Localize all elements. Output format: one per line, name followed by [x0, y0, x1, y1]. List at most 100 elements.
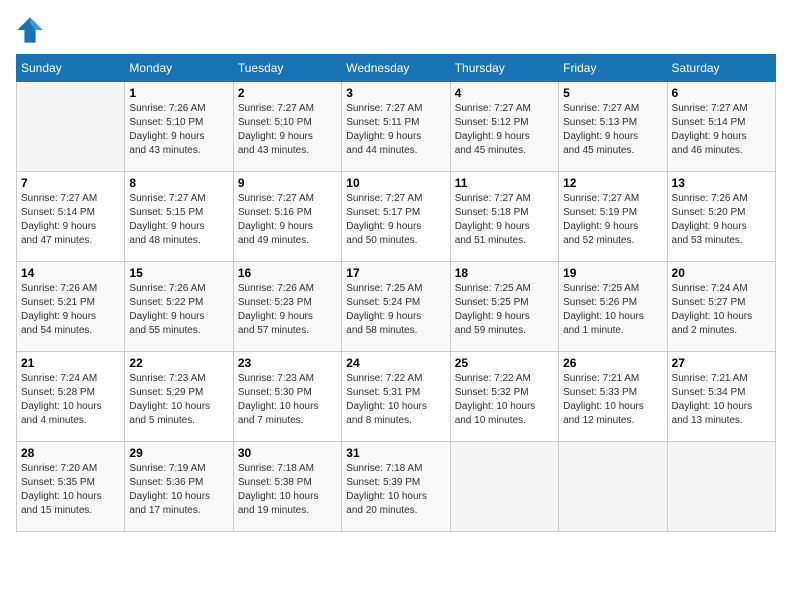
calendar-cell: 15 Sunrise: 7:26 AM Sunset: 5:22 PM Dayli…	[125, 262, 233, 352]
calendar-cell: 11Sunrise: 7:27 AM Sunset: 5:18 PM Dayli…	[450, 172, 558, 262]
day-number: 11	[455, 176, 554, 190]
day-info: Sunrise: 7:18 AM Sunset: 5:38 PM Dayligh…	[238, 462, 337, 518]
day-info: Sunrise: 7:23 AM Sunset: 5:29 PM Dayligh…	[129, 372, 228, 428]
day-number: 30	[238, 446, 337, 460]
calendar-week-row: 7Sunrise: 7:27 AM Sunset: 5:14 PM Daylig…	[17, 172, 776, 262]
page-header	[16, 16, 776, 44]
calendar-week-row: 14 Sunrise: 7:26 AM Sunset: 5:21 PM Dayli…	[17, 262, 776, 352]
day-number: 16	[238, 266, 337, 280]
calendar-cell: 20 Sunrise: 7:24 AM Sunset: 5:27 PM Dayli…	[667, 262, 775, 352]
day-number: 29	[129, 446, 228, 460]
day-info: Sunrise: 7:27 AM Sunset: 5:19 PM Dayligh…	[563, 192, 662, 248]
day-number: 15	[129, 266, 228, 280]
day-info: Sunrise: 7:22 AM Sunset: 5:32 PM Dayligh…	[455, 372, 554, 428]
calendar-cell: 22 Sunrise: 7:23 AM Sunset: 5:29 PM Dayli…	[125, 352, 233, 442]
day-info: Sunrise: 7:26 AM Sunset: 5:21 PM Dayligh…	[21, 282, 120, 338]
day-info: Sunrise: 7:25 AM Sunset: 5:24 PM Dayligh…	[346, 282, 445, 338]
calendar-cell: 21 Sunrise: 7:24 AM Sunset: 5:28 PM Dayli…	[17, 352, 125, 442]
day-info: Sunrise: 7:24 AM Sunset: 5:27 PM Dayligh…	[672, 282, 771, 338]
calendar-header: SundayMondayTuesdayWednesdayThursdayFrid…	[17, 55, 776, 82]
day-info: Sunrise: 7:27 AM Sunset: 5:10 PM Dayligh…	[238, 102, 337, 158]
day-info: Sunrise: 7:26 AM Sunset: 5:20 PM Dayligh…	[672, 192, 771, 248]
calendar-cell: 24 Sunrise: 7:22 AM Sunset: 5:31 PM Dayli…	[342, 352, 450, 442]
weekday-header: Tuesday	[233, 55, 341, 82]
day-number: 22	[129, 356, 228, 370]
calendar-cell: 27Sunrise: 7:21 AM Sunset: 5:34 PM Dayli…	[667, 352, 775, 442]
weekday-header: Saturday	[667, 55, 775, 82]
weekday-row: SundayMondayTuesdayWednesdayThursdayFrid…	[17, 55, 776, 82]
calendar-week-row: 1Sunrise: 7:26 AM Sunset: 5:10 PM Daylig…	[17, 82, 776, 172]
day-info: Sunrise: 7:27 AM Sunset: 5:13 PM Dayligh…	[563, 102, 662, 158]
day-number: 5	[563, 86, 662, 100]
calendar-cell: 12 Sunrise: 7:27 AM Sunset: 5:19 PM Dayli…	[559, 172, 667, 262]
calendar-cell: 29 Sunrise: 7:19 AM Sunset: 5:36 PM Dayli…	[125, 442, 233, 532]
calendar-cell: 30 Sunrise: 7:18 AM Sunset: 5:38 PM Dayli…	[233, 442, 341, 532]
calendar-week-row: 28Sunrise: 7:20 AM Sunset: 5:35 PM Dayli…	[17, 442, 776, 532]
day-info: Sunrise: 7:21 AM Sunset: 5:33 PM Dayligh…	[563, 372, 662, 428]
day-info: Sunrise: 7:27 AM Sunset: 5:11 PM Dayligh…	[346, 102, 445, 158]
day-number: 19	[563, 266, 662, 280]
weekday-header: Thursday	[450, 55, 558, 82]
calendar-table: SundayMondayTuesdayWednesdayThursdayFrid…	[16, 54, 776, 532]
calendar-cell: 13 Sunrise: 7:26 AM Sunset: 5:20 PM Dayli…	[667, 172, 775, 262]
day-info: Sunrise: 7:26 AM Sunset: 5:22 PM Dayligh…	[129, 282, 228, 338]
day-number: 21	[21, 356, 120, 370]
calendar-cell: 26 Sunrise: 7:21 AM Sunset: 5:33 PM Dayli…	[559, 352, 667, 442]
calendar-cell: 2 Sunrise: 7:27 AM Sunset: 5:10 PM Daylig…	[233, 82, 341, 172]
day-number: 9	[238, 176, 337, 190]
calendar-cell: 6Sunrise: 7:27 AM Sunset: 5:14 PM Daylig…	[667, 82, 775, 172]
calendar-cell: 5 Sunrise: 7:27 AM Sunset: 5:13 PM Daylig…	[559, 82, 667, 172]
logo	[16, 16, 48, 44]
day-number: 2	[238, 86, 337, 100]
calendar-cell: 28Sunrise: 7:20 AM Sunset: 5:35 PM Dayli…	[17, 442, 125, 532]
day-number: 12	[563, 176, 662, 190]
day-number: 23	[238, 356, 337, 370]
day-number: 7	[21, 176, 120, 190]
calendar-cell: 14 Sunrise: 7:26 AM Sunset: 5:21 PM Dayli…	[17, 262, 125, 352]
calendar-cell: 19 Sunrise: 7:25 AM Sunset: 5:26 PM Dayli…	[559, 262, 667, 352]
day-number: 26	[563, 356, 662, 370]
day-number: 18	[455, 266, 554, 280]
day-info: Sunrise: 7:27 AM Sunset: 5:15 PM Dayligh…	[129, 192, 228, 248]
day-info: Sunrise: 7:24 AM Sunset: 5:28 PM Dayligh…	[21, 372, 120, 428]
day-info: Sunrise: 7:27 AM Sunset: 5:17 PM Dayligh…	[346, 192, 445, 248]
day-number: 13	[672, 176, 771, 190]
calendar-cell	[17, 82, 125, 172]
day-info: Sunrise: 7:22 AM Sunset: 5:31 PM Dayligh…	[346, 372, 445, 428]
day-info: Sunrise: 7:25 AM Sunset: 5:26 PM Dayligh…	[563, 282, 662, 338]
calendar-cell: 9 Sunrise: 7:27 AM Sunset: 5:16 PM Daylig…	[233, 172, 341, 262]
day-number: 25	[455, 356, 554, 370]
day-info: Sunrise: 7:25 AM Sunset: 5:25 PM Dayligh…	[455, 282, 554, 338]
calendar-week-row: 21 Sunrise: 7:24 AM Sunset: 5:28 PM Dayli…	[17, 352, 776, 442]
day-info: Sunrise: 7:26 AM Sunset: 5:23 PM Dayligh…	[238, 282, 337, 338]
weekday-header: Friday	[559, 55, 667, 82]
day-info: Sunrise: 7:19 AM Sunset: 5:36 PM Dayligh…	[129, 462, 228, 518]
calendar-cell: 25 Sunrise: 7:22 AM Sunset: 5:32 PM Dayli…	[450, 352, 558, 442]
day-info: Sunrise: 7:27 AM Sunset: 5:14 PM Dayligh…	[672, 102, 771, 158]
day-number: 31	[346, 446, 445, 460]
day-number: 4	[455, 86, 554, 100]
weekday-header: Sunday	[17, 55, 125, 82]
day-number: 17	[346, 266, 445, 280]
day-number: 1	[129, 86, 228, 100]
day-number: 3	[346, 86, 445, 100]
calendar-cell: 18 Sunrise: 7:25 AM Sunset: 5:25 PM Dayli…	[450, 262, 558, 352]
weekday-header: Monday	[125, 55, 233, 82]
day-number: 14	[21, 266, 120, 280]
calendar-cell: 8Sunrise: 7:27 AM Sunset: 5:15 PM Daylig…	[125, 172, 233, 262]
day-info: Sunrise: 7:27 AM Sunset: 5:12 PM Dayligh…	[455, 102, 554, 158]
day-number: 20	[672, 266, 771, 280]
day-number: 28	[21, 446, 120, 460]
calendar-cell: 1Sunrise: 7:26 AM Sunset: 5:10 PM Daylig…	[125, 82, 233, 172]
day-info: Sunrise: 7:18 AM Sunset: 5:39 PM Dayligh…	[346, 462, 445, 518]
calendar-cell	[450, 442, 558, 532]
day-info: Sunrise: 7:23 AM Sunset: 5:30 PM Dayligh…	[238, 372, 337, 428]
day-number: 24	[346, 356, 445, 370]
calendar-cell: 4 Sunrise: 7:27 AM Sunset: 5:12 PM Daylig…	[450, 82, 558, 172]
calendar-cell: 16 Sunrise: 7:26 AM Sunset: 5:23 PM Dayli…	[233, 262, 341, 352]
calendar-cell	[667, 442, 775, 532]
day-number: 27	[672, 356, 771, 370]
day-info: Sunrise: 7:27 AM Sunset: 5:16 PM Dayligh…	[238, 192, 337, 248]
calendar-cell	[559, 442, 667, 532]
logo-icon	[16, 16, 44, 44]
